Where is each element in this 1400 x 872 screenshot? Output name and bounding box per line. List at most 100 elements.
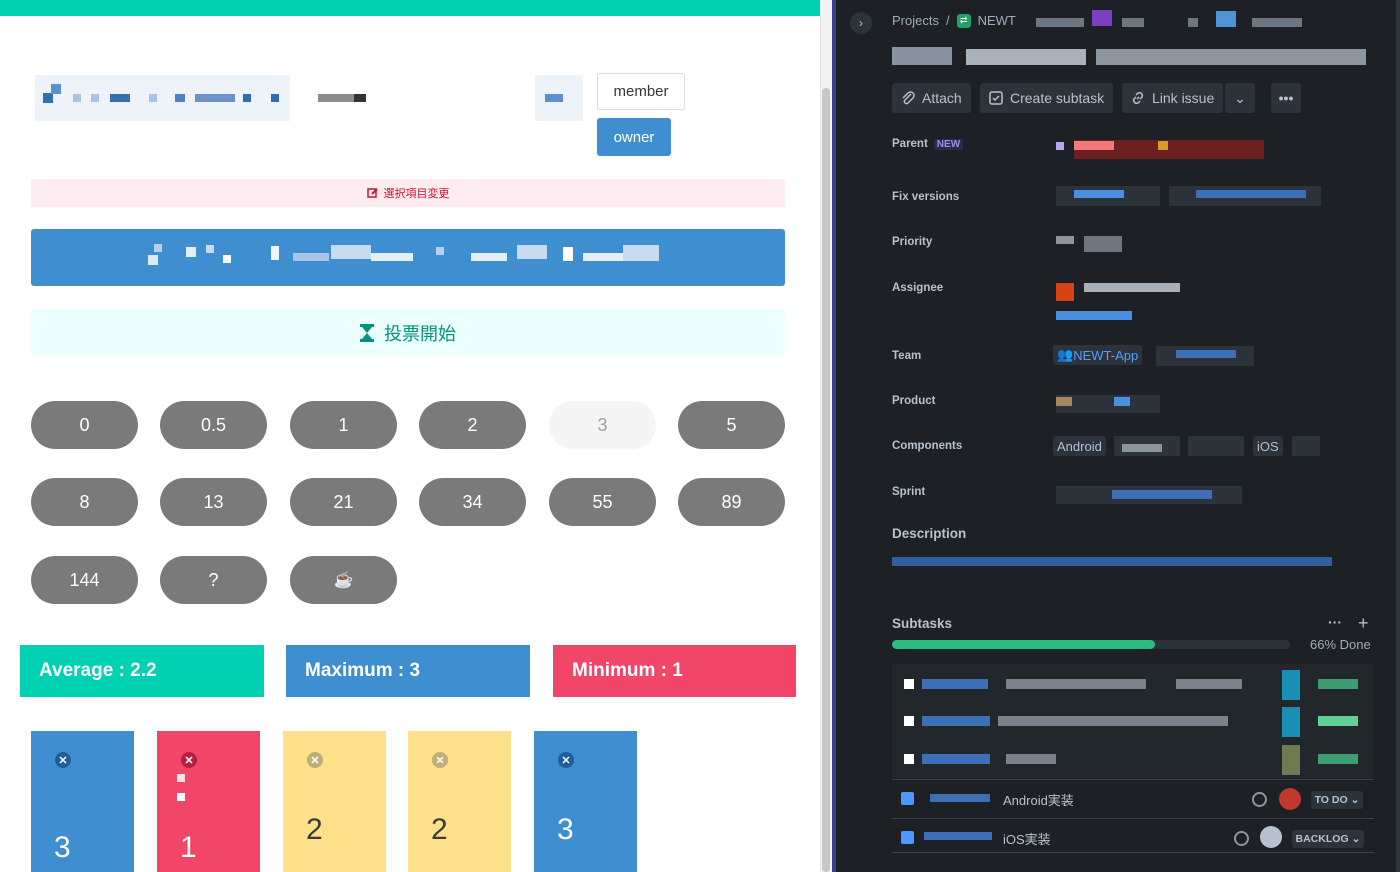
change-selection-notice[interactable]: 選択項目変更 (31, 179, 785, 207)
vote-card: ✕ 3 (31, 731, 134, 872)
progress-text: 66% Done (1310, 637, 1371, 652)
card-34[interactable]: 34 (419, 478, 526, 526)
member-button[interactable]: member (597, 73, 685, 110)
vote-value: 3 (54, 831, 71, 864)
planning-poker-pane: member owner 選択項目変更 投票開始 0 0.5 1 2 3 5 8… (0, 0, 820, 872)
left-scrollbar-thumb[interactable] (822, 88, 830, 872)
remove-vote-icon[interactable]: ✕ (181, 752, 197, 768)
field-label-sprint: Sprint (892, 486, 926, 498)
vote-card: ✕ 1 (157, 731, 260, 872)
remove-vote-icon[interactable]: ✕ (55, 752, 71, 768)
breadcrumb-project[interactable]: NEWT (978, 13, 1016, 28)
remove-vote-icon[interactable]: ✕ (558, 752, 574, 768)
card-question[interactable]: ? (160, 556, 267, 604)
description-text[interactable] (892, 557, 1332, 566)
add-subtask-icon[interactable]: + (1358, 613, 1369, 634)
right-scrollbar[interactable] (1396, 0, 1400, 872)
field-label-team: Team (892, 350, 922, 362)
subtask-progress-fill (892, 640, 1155, 649)
card-8[interactable]: 8 (31, 478, 138, 526)
vote-value: 3 (557, 813, 574, 846)
card-0-5[interactable]: 0.5 (160, 401, 267, 449)
card-0[interactable]: 0 (31, 401, 138, 449)
team-value: NEWT-App (1073, 347, 1139, 363)
card-13[interactable]: 13 (160, 478, 267, 526)
status-dropdown-todo[interactable]: TO DO ⌄ (1311, 791, 1363, 809)
subtask-icon (989, 91, 1003, 105)
link-issue-dropdown[interactable]: ⌄ (1225, 83, 1255, 113)
row-divider (892, 818, 1374, 819)
parent-type-icon (1056, 142, 1064, 150)
remove-vote-icon[interactable]: ✕ (432, 752, 448, 768)
link-icon (1132, 91, 1144, 105)
subtask-title[interactable]: Android実装 (1003, 790, 1074, 809)
field-label-product: Product (892, 395, 936, 407)
subtask-title[interactable]: iOS実装 (1003, 829, 1051, 848)
vote-card: ✕ 2 (408, 731, 511, 872)
assignee-name[interactable] (1084, 283, 1180, 292)
team-chip[interactable]: 👥 NEWT-App (1053, 345, 1143, 365)
top-accent-bar (0, 0, 820, 16)
card-144[interactable]: 144 (31, 556, 138, 604)
description-heading: Description (892, 526, 967, 541)
link-issue-button[interactable]: Link issue (1122, 83, 1223, 113)
component-android-chip[interactable]: Android (1053, 436, 1106, 456)
jira-issue-pane: › Projects / ⇄ NEWT Attach Create subtas… (836, 0, 1400, 872)
assign-to-me-link[interactable] (1056, 311, 1132, 320)
remove-vote-icon[interactable]: ✕ (307, 752, 323, 768)
card-5[interactable]: 5 (678, 401, 785, 449)
card-1[interactable]: 1 (290, 401, 397, 449)
card-coffee[interactable]: ☕ (290, 556, 397, 604)
card-21[interactable]: 21 (290, 478, 397, 526)
status-label: BACKLOG (1295, 833, 1349, 845)
project-icon: ⇄ (956, 13, 971, 28)
card-55[interactable]: 55 (549, 478, 656, 526)
maximum-stat: Maximum : 3 (286, 645, 530, 697)
more-actions-button[interactable]: ••• (1271, 83, 1301, 113)
breadcrumb: Projects / ⇄ NEWT (892, 13, 1016, 28)
breadcrumb-projects[interactable]: Projects (892, 13, 939, 28)
subtasks-more-icon[interactable]: ··· (1328, 614, 1342, 630)
room-name-field[interactable] (35, 75, 290, 121)
card-89[interactable]: 89 (678, 478, 785, 526)
unassigned-avatar-icon (1260, 826, 1282, 848)
chevron-down-icon: ⌄ (1234, 89, 1246, 106)
avatar (1279, 788, 1301, 810)
expand-chevron-icon[interactable]: › (850, 12, 872, 34)
vote-card: ✕ 2 (283, 731, 386, 872)
field-label-assignee: Assignee (892, 282, 944, 294)
hourglass-icon (360, 323, 374, 342)
vote-value: 2 (431, 813, 448, 846)
card-3-selected[interactable]: 3 (549, 401, 656, 449)
link-issue-label: Link issue (1152, 90, 1215, 106)
edit-icon (366, 188, 378, 198)
subtask-type-icon (901, 792, 914, 805)
new-badge: NEW (933, 139, 964, 150)
create-subtask-button[interactable]: Create subtask (980, 83, 1113, 113)
attach-label: Attach (922, 90, 962, 106)
component-ios-chip[interactable]: iOS (1253, 436, 1283, 456)
priority-circle-icon (1252, 792, 1267, 807)
create-subtask-label: Create subtask (1010, 90, 1105, 106)
field-label-fix-versions: Fix versions (892, 191, 960, 203)
minimum-stat: Minimum : 1 (553, 645, 796, 697)
average-stat: Average : 2.2 (20, 645, 264, 697)
vote-value: 1 (180, 831, 197, 864)
subtask-progress-bar (892, 640, 1290, 649)
card-2[interactable]: 2 (419, 401, 526, 449)
priority-value[interactable] (1056, 236, 1074, 244)
attach-button[interactable]: Attach (892, 83, 971, 113)
room-name-field-part2[interactable] (290, 75, 527, 121)
parent-label-text: Parent (892, 138, 928, 150)
vote-card: ✕ 3 (534, 731, 637, 872)
owner-button[interactable]: owner (597, 118, 671, 156)
notice-text: 選択項目変更 (383, 188, 450, 200)
team-icon: 👥 (1057, 347, 1074, 362)
vote-value: 2 (306, 813, 323, 846)
chevron-down-icon: ⌄ (1350, 794, 1360, 806)
subtask-type-icon (901, 831, 914, 844)
start-vote-button[interactable]: 投票開始 (31, 309, 785, 356)
status-dropdown-backlog[interactable]: BACKLOG ⌄ (1292, 830, 1364, 848)
field-label-parent: Parent NEW (892, 138, 964, 150)
voter-name-pixel (177, 793, 185, 801)
